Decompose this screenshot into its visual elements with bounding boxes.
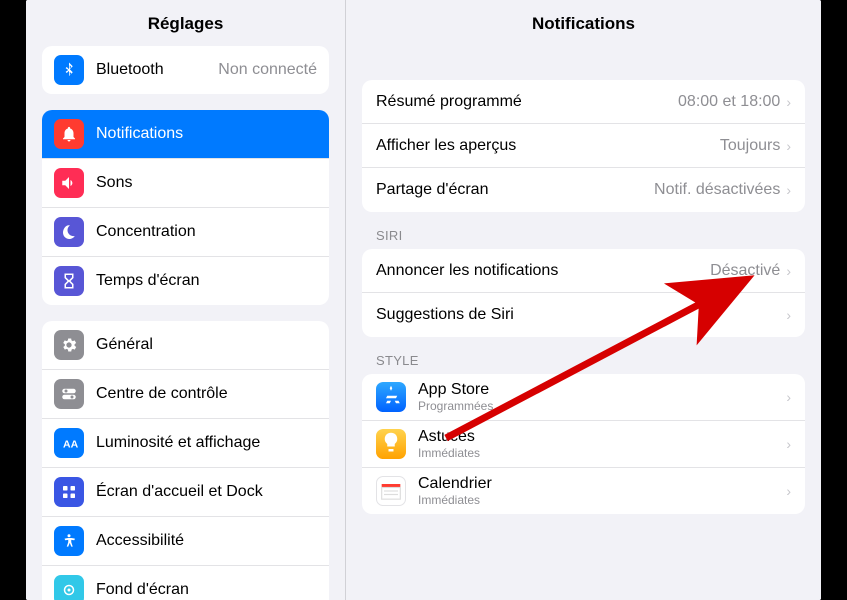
group-siri: Annoncer les notifications Désactivé › S… [362,249,805,337]
accessibility-icon [54,526,84,556]
appstore-icon [376,382,406,412]
toggles-icon [54,379,84,409]
hourglass-icon [54,266,84,296]
screen-sharing-value: Notif. désactivées [654,181,780,199]
grid-icon [54,477,84,507]
chevron-right-icon: › [786,263,791,279]
calendar-name: Calendrier [418,475,780,493]
app-row-tips[interactable]: Astuces Immédiates › [362,421,805,468]
row-siri-suggestions[interactable]: Suggestions de Siri › [362,293,805,337]
control-center-label: Centre de contrôle [96,385,317,403]
display-label: Luminosité et affichage [96,434,317,452]
bell-icon [54,119,84,149]
sounds-label: Sons [96,174,317,192]
display-icon: AA [54,428,84,458]
bluetooth-icon [54,55,84,85]
detail-title: Notifications [346,0,821,46]
row-scheduled-summary[interactable]: Résumé programmé 08:00 et 18:00 › [362,80,805,124]
focus-label: Concentration [96,223,317,241]
calendar-icon [376,476,406,506]
appstore-sub: Programmées [418,399,780,413]
sidebar-item-wallpaper[interactable]: Fond d'écran [42,566,329,600]
siri-suggestions-label: Suggestions de Siri [376,306,780,324]
calendar-sub: Immédiates [418,493,780,507]
chevron-right-icon: › [786,182,791,198]
chevron-right-icon: › [786,307,791,323]
sidebar-item-general[interactable]: Général [42,321,329,370]
chevron-right-icon: › [786,483,791,499]
scheduled-summary-value: 08:00 et 18:00 [678,93,780,111]
section-header-style: STYLE [376,353,791,368]
screentime-label: Temps d'écran [96,272,317,290]
tips-icon [376,429,406,459]
app-row-appstore[interactable]: App Store Programmées › [362,374,805,421]
sidebar-item-sounds[interactable]: Sons [42,159,329,208]
row-announce-notifications[interactable]: Annoncer les notifications Désactivé › [362,249,805,293]
sidebar-item-notifications[interactable]: Notifications [42,110,329,159]
sidebar-item-screentime[interactable]: Temps d'écran [42,257,329,305]
sounds-icon [54,168,84,198]
tips-name: Astuces [418,428,780,446]
sidebar-item-display[interactable]: AA Luminosité et affichage [42,419,329,468]
wallpaper-label: Fond d'écran [96,581,317,599]
sidebar-item-focus[interactable]: Concentration [42,208,329,257]
bluetooth-label: Bluetooth [96,61,210,79]
detail-panel: Notifications Résumé programmé 08:00 et … [346,0,821,600]
wallpaper-icon [54,575,84,600]
group-bluetooth: Bluetooth Non connecté [42,46,329,94]
general-label: Général [96,336,317,354]
show-previews-value: Toujours [720,137,780,155]
accessibility-label: Accessibilité [96,532,317,550]
home-dock-label: Écran d'accueil et Dock [96,483,317,501]
bluetooth-value: Non connecté [218,61,317,79]
app-row-calendar[interactable]: Calendrier Immédiates › [362,468,805,514]
section-header-siri: SIRI [376,228,791,243]
appstore-name: App Store [418,381,780,399]
tips-sub: Immédiates [418,446,780,460]
notifications-label: Notifications [96,125,317,143]
chevron-right-icon: › [786,94,791,110]
sidebar-item-accessibility[interactable]: Accessibilité [42,517,329,566]
sidebar-title: Réglages [26,0,345,46]
moon-icon [54,217,84,247]
show-previews-label: Afficher les aperçus [376,137,720,155]
screen-sharing-label: Partage d'écran [376,181,654,199]
row-screen-sharing[interactable]: Partage d'écran Notif. désactivées › [362,168,805,212]
sidebar-item-control-center[interactable]: Centre de contrôle [42,370,329,419]
group-summary: Résumé programmé 08:00 et 18:00 › Affich… [362,80,805,212]
scheduled-summary-label: Résumé programmé [376,93,678,111]
chevron-right-icon: › [786,138,791,154]
group-notifications: Notifications Sons Concentration [42,110,329,305]
gear-icon [54,330,84,360]
chevron-right-icon: › [786,389,791,405]
svg-text:AA: AA [63,439,78,451]
settings-sidebar: Réglages Bluetooth Non connecté Notifica… [26,0,346,600]
announce-value: Désactivé [710,262,780,280]
sidebar-item-home-dock[interactable]: Écran d'accueil et Dock [42,468,329,517]
row-show-previews[interactable]: Afficher les aperçus Toujours › [362,124,805,168]
sidebar-item-bluetooth[interactable]: Bluetooth Non connecté [42,46,329,94]
announce-label: Annoncer les notifications [376,262,710,280]
group-general: Général Centre de contrôle AA Luminosité… [42,321,329,600]
group-apps: App Store Programmées › Astuces Immédiat… [362,374,805,514]
chevron-right-icon: › [786,436,791,452]
